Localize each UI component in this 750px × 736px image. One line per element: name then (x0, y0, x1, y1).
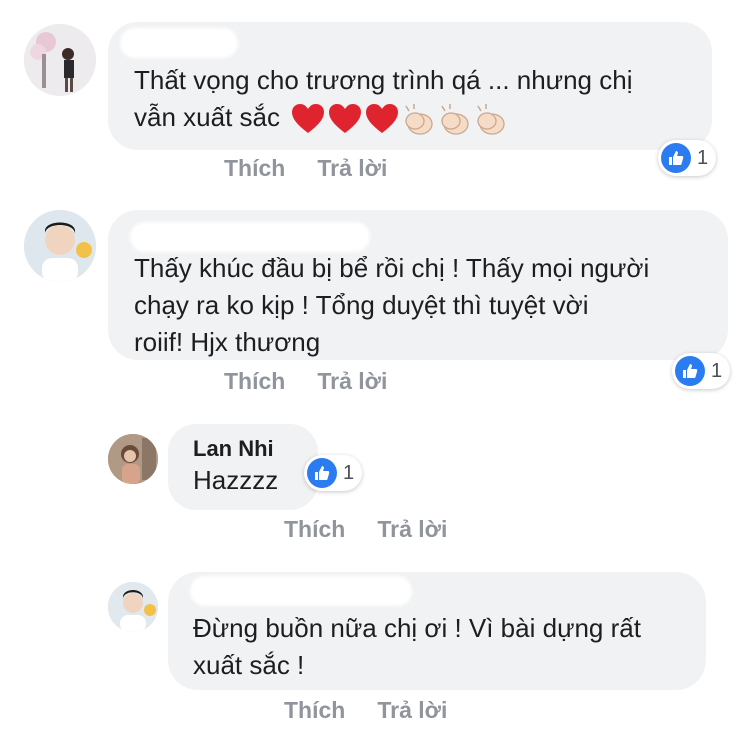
reply-link[interactable]: Trả lời (317, 155, 387, 182)
like-link[interactable]: Thích (224, 155, 285, 182)
reaction-number: 1 (343, 461, 355, 484)
like-icon (675, 356, 705, 386)
avatar[interactable] (24, 24, 96, 96)
comment-text: Đừng buồn nữa chị ơi ! Vì bài dựng rất x… (193, 613, 641, 680)
reaction-count[interactable]: 1 (304, 455, 363, 491)
comment-actions: Thích Trả lời (284, 516, 447, 543)
comment-actions: Thích Trả lời (224, 155, 387, 182)
avatar[interactable] (108, 434, 158, 484)
avatar[interactable] (108, 582, 158, 632)
reaction-count[interactable]: 1 (672, 353, 731, 389)
like-icon (661, 143, 691, 173)
reply-link[interactable]: Trả lời (377, 516, 447, 543)
comment-actions: Thích Trả lời (284, 697, 447, 724)
reaction-count[interactable]: 1 (658, 140, 717, 176)
like-icon (307, 458, 337, 488)
author-name[interactable]: Lan Nhi (193, 436, 274, 462)
reply-link[interactable]: Trả lời (317, 368, 387, 395)
author-name-redacted (120, 28, 238, 58)
author-name-redacted (190, 576, 412, 606)
comment-text: Thất vọng cho trương trình qá ... nhưng … (134, 62, 632, 138)
author-name-redacted (130, 222, 370, 252)
avatar[interactable] (24, 210, 96, 282)
reply-link[interactable]: Trả lời (377, 697, 447, 724)
comment-text: Hazzzz (193, 465, 279, 495)
reaction-number: 1 (711, 359, 723, 382)
heart-icon (291, 104, 398, 134)
emoji-row (290, 100, 512, 138)
comment-actions: Thích Trả lời (224, 368, 387, 395)
like-link[interactable]: Thích (224, 368, 285, 395)
like-link[interactable]: Thích (284, 516, 345, 543)
comment-text: Thấy khúc đầu bị bể rồi chị ! Thấy mọi n… (134, 253, 650, 357)
reaction-number: 1 (697, 146, 709, 169)
like-link[interactable]: Thích (284, 697, 345, 724)
clapping-hands-icon (405, 104, 505, 135)
